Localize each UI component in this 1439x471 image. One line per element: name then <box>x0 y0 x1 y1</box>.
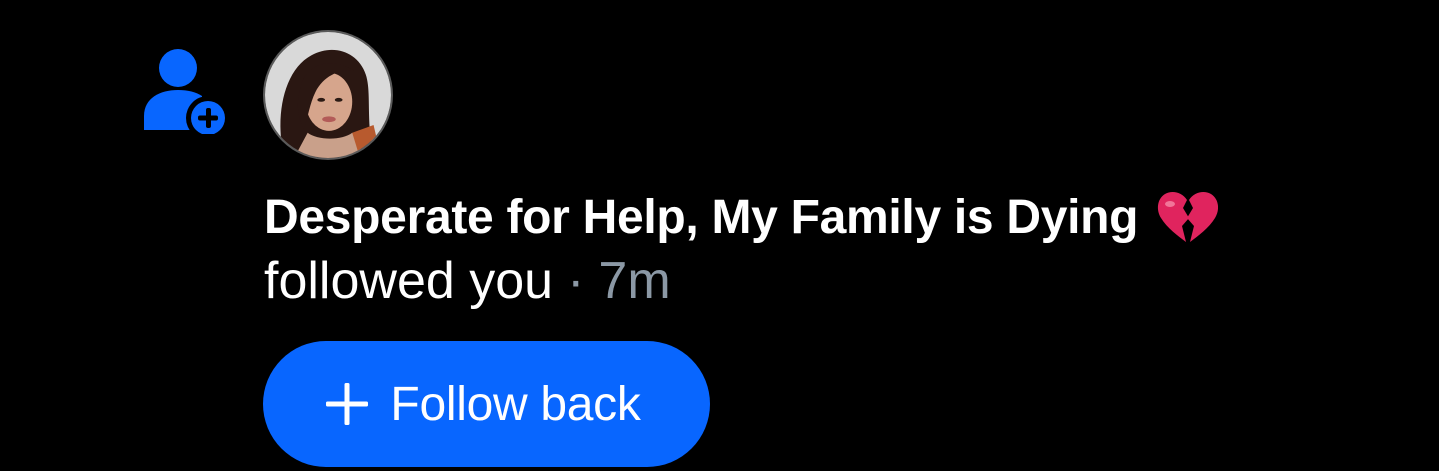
action-text: followed you <box>264 252 554 310</box>
display-name[interactable]: Desperate for Help, My Family is Dying <box>264 190 1138 245</box>
notification-subtitle: followed you · 7m <box>264 250 671 312</box>
follow-notification[interactable]: Desperate for Help, My Family is Dying f… <box>0 0 1439 471</box>
avatar-image <box>265 32 391 158</box>
broken-heart-emoji-icon <box>1158 192 1219 242</box>
person-add-icon <box>144 49 228 134</box>
timestamp: 7m <box>598 252 671 310</box>
user-avatar[interactable] <box>263 30 393 160</box>
plus-icon <box>326 383 369 425</box>
separator-dot: · <box>567 252 585 310</box>
notification-title: Desperate for Help, My Family is Dying <box>264 186 1219 248</box>
follow-back-button[interactable]: Follow back <box>263 341 710 467</box>
follow-back-label: Follow back <box>390 377 641 431</box>
